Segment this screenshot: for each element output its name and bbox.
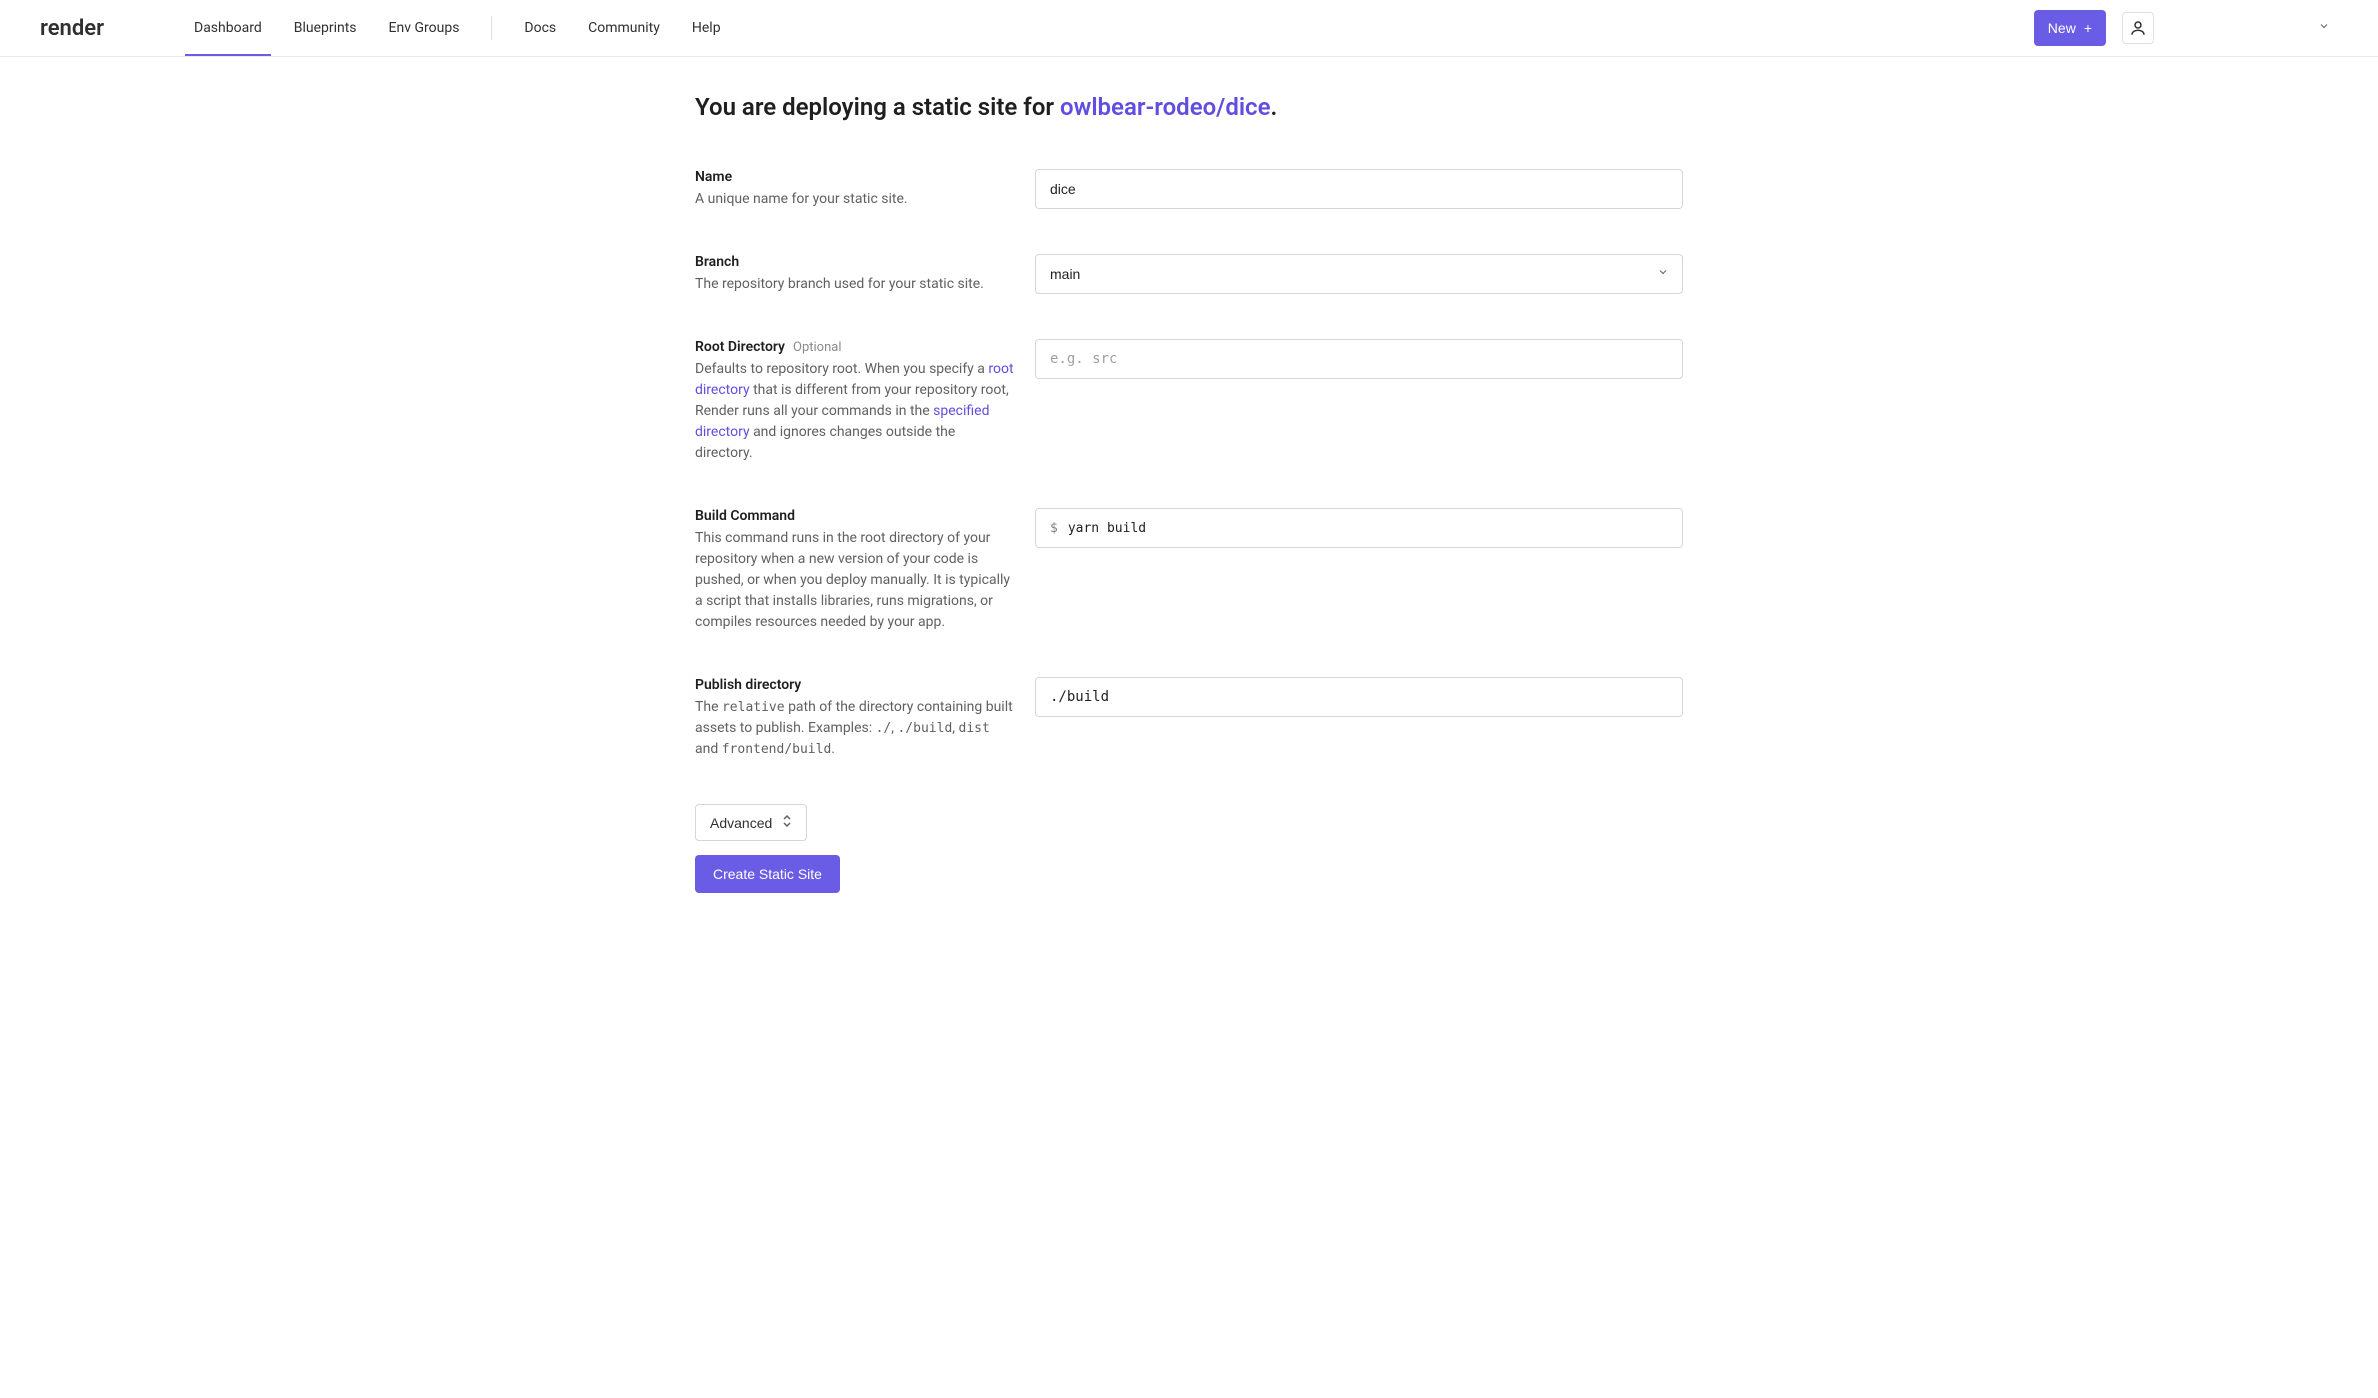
plus-icon: + [2084, 21, 2092, 35]
build-command-help: This command runs in the root directory … [695, 528, 1015, 633]
name-label: Name [695, 169, 1015, 185]
nav-env-groups[interactable]: Env Groups [375, 0, 474, 56]
main-container: You are deploying a static site for owlb… [695, 57, 1683, 953]
root-directory-input[interactable] [1035, 339, 1683, 379]
new-button-label: New [2048, 20, 2076, 36]
nav-links: Dashboard Blueprints Env Groups Docs Com… [180, 0, 735, 56]
form-row-name: Name A unique name for your static site. [695, 169, 1683, 210]
nav-dashboard[interactable]: Dashboard [180, 0, 276, 56]
build-command-input[interactable] [1068, 521, 1668, 536]
team-dropdown[interactable] [2170, 14, 2338, 42]
form-row-publish-directory: Publish directory The relative path of t… [695, 677, 1683, 760]
expand-icon [782, 814, 792, 831]
advanced-label: Advanced [710, 815, 772, 831]
build-command-label: Build Command [695, 508, 1015, 524]
publish-directory-label: Publish directory [695, 677, 1015, 693]
nav-blueprints[interactable]: Blueprints [280, 0, 371, 56]
nav-help[interactable]: Help [678, 0, 735, 56]
chevron-down-icon [2318, 20, 2330, 36]
build-command-field[interactable]: $ [1035, 508, 1683, 548]
dollar-prefix: $ [1050, 521, 1058, 536]
nav-community[interactable]: Community [574, 0, 674, 56]
advanced-button[interactable]: Advanced [695, 804, 807, 841]
logo[interactable]: render [40, 16, 150, 41]
user-icon [2129, 19, 2147, 37]
root-directory-help: Defaults to repository root. When you sp… [695, 359, 1015, 464]
form-row-build-command: Build Command This command runs in the r… [695, 508, 1683, 633]
page-title-suffix: . [1271, 93, 1278, 121]
page-title-repo[interactable]: owlbear-rodeo/dice [1060, 93, 1270, 121]
nav-divider [491, 16, 492, 40]
branch-help: The repository branch used for your stat… [695, 274, 1015, 295]
publish-directory-input[interactable] [1035, 677, 1683, 717]
root-directory-label: Root Directory Optional [695, 339, 1015, 355]
branch-label: Branch [695, 254, 1015, 270]
nav-docs[interactable]: Docs [510, 0, 570, 56]
page-title: You are deploying a static site for owlb… [695, 93, 1683, 121]
branch-select[interactable]: main [1035, 254, 1683, 294]
avatar-button[interactable] [2122, 12, 2154, 44]
name-input[interactable] [1035, 169, 1683, 209]
form-row-branch: Branch The repository branch used for yo… [695, 254, 1683, 295]
optional-badge: Optional [793, 340, 841, 355]
topbar-right: New + [2034, 10, 2338, 46]
topbar: render Dashboard Blueprints Env Groups D… [0, 0, 2378, 57]
form-row-root-directory: Root Directory Optional Defaults to repo… [695, 339, 1683, 464]
new-button[interactable]: New + [2034, 10, 2106, 46]
create-static-site-button[interactable]: Create Static Site [695, 855, 840, 893]
page-title-prefix: You are deploying a static site for [695, 93, 1060, 121]
publish-directory-help: The relative path of the directory conta… [695, 697, 1015, 760]
name-help: A unique name for your static site. [695, 189, 1015, 210]
